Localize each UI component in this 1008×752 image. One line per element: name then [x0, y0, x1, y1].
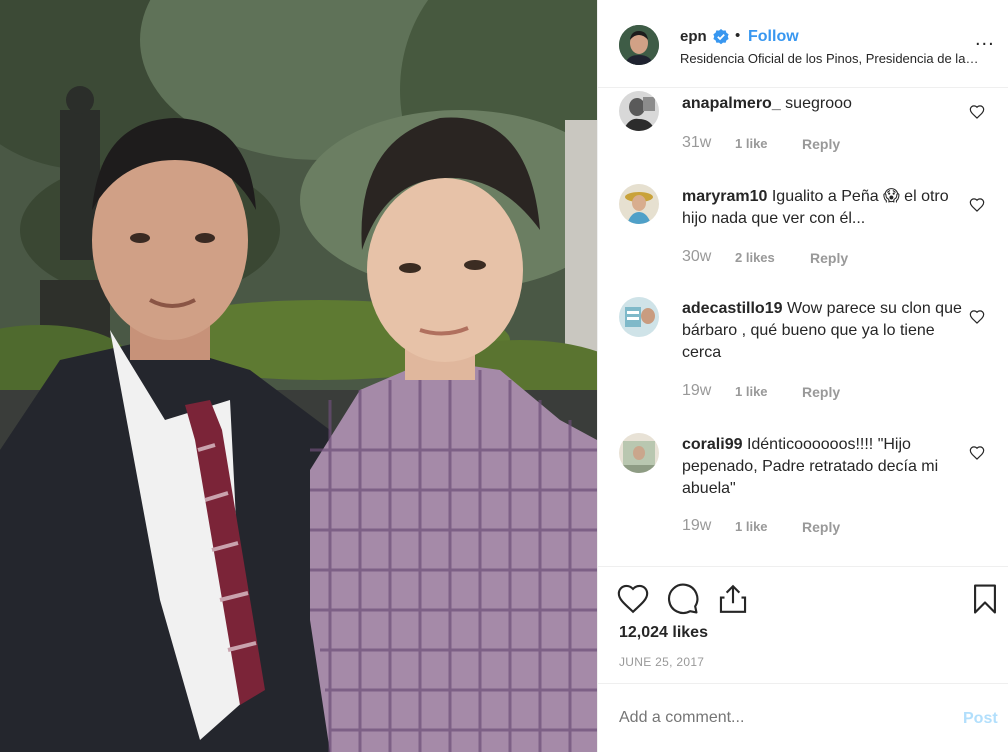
- post-actions: 12,024 likes JUNE 25, 2017: [598, 566, 1008, 682]
- commenter-avatar-image: [619, 184, 659, 224]
- comment-text: anapalmero_ suegrooo: [682, 93, 962, 115]
- comment-likes[interactable]: 1 like: [735, 136, 768, 151]
- post-location[interactable]: Residencia Oficial de los Pinos, Preside…: [680, 51, 980, 66]
- reply-button[interactable]: Reply: [802, 384, 840, 400]
- commenter-avatar-image: [619, 297, 659, 337]
- bookmark-icon[interactable]: [968, 582, 1002, 616]
- comment-age[interactable]: 31w: [682, 134, 711, 151]
- commenter-avatar-image: [619, 433, 659, 473]
- comment-age[interactable]: 19w: [682, 382, 711, 399]
- comment-text: corali99 Idénticoooooos!!!! "Hijo pepena…: [682, 434, 962, 500]
- post-date[interactable]: JUNE 25, 2017: [619, 655, 704, 669]
- heart-icon[interactable]: [616, 582, 650, 616]
- post-header: epn • Follow Residencia Oficial de los P…: [598, 0, 1008, 88]
- comment-likes[interactable]: 2 likes: [735, 250, 775, 265]
- author-avatar-image: [619, 25, 659, 65]
- commenter-avatar[interactable]: [619, 91, 659, 131]
- comment-like-icon[interactable]: [969, 197, 985, 213]
- reply-button[interactable]: Reply: [802, 519, 840, 535]
- commenter-avatar[interactable]: [619, 184, 659, 224]
- reply-button[interactable]: Reply: [802, 136, 840, 152]
- likes-count[interactable]: 12,024 likes: [619, 624, 708, 642]
- comment-meta: 19w 1 like Reply: [682, 382, 840, 400]
- post-photo[interactable]: [0, 0, 597, 752]
- comment-like-icon[interactable]: [969, 309, 985, 325]
- separator-dot: •: [735, 27, 741, 44]
- comment-meta: 30w 2 likes Reply: [682, 248, 848, 266]
- verified-badge-icon: [713, 29, 729, 45]
- comment-likes[interactable]: 1 like: [735, 384, 768, 399]
- reply-button[interactable]: Reply: [810, 250, 848, 266]
- commenter-avatar[interactable]: [619, 433, 659, 473]
- comment-age[interactable]: 19w: [682, 517, 711, 534]
- comments-list[interactable]: anapalmero_ suegrooo 31w 1 like Reply ma…: [598, 88, 1008, 565]
- more-options-icon[interactable]: ...: [975, 29, 995, 49]
- comment-icon[interactable]: [666, 582, 700, 616]
- post-photo-illustration: [0, 0, 597, 752]
- comment-body: suegrooo: [785, 95, 852, 112]
- comment-meta: 19w 1 like Reply: [682, 517, 840, 535]
- commenter-username[interactable]: maryram10: [682, 188, 767, 205]
- comment-like-icon[interactable]: [969, 445, 985, 461]
- commenter-avatar-image: [619, 91, 659, 131]
- author-username[interactable]: epn: [680, 28, 707, 45]
- commenter-username[interactable]: corali99: [682, 436, 742, 453]
- follow-button[interactable]: Follow: [748, 28, 799, 46]
- commenter-username[interactable]: anapalmero_: [682, 95, 781, 112]
- share-icon[interactable]: [716, 582, 750, 616]
- comment-like-icon[interactable]: [969, 104, 985, 120]
- comment-likes[interactable]: 1 like: [735, 519, 768, 534]
- commenter-avatar[interactable]: [619, 297, 659, 337]
- author-avatar[interactable]: [619, 25, 659, 65]
- post-comment-button[interactable]: Post: [963, 710, 998, 728]
- comment-age[interactable]: 30w: [682, 248, 711, 265]
- commenter-username[interactable]: adecastillo19: [682, 300, 783, 317]
- post-side-panel: epn • Follow Residencia Oficial de los P…: [597, 0, 1008, 752]
- comment-text: maryram10 Igualito a Peña 😱 el otro hijo…: [682, 186, 962, 230]
- comment-text: adecastillo19 Wow parece su clon que bár…: [682, 298, 962, 364]
- add-comment-bar: Post: [598, 683, 1008, 752]
- comment-meta: 31w 1 like Reply: [682, 134, 840, 152]
- comment-input[interactable]: [619, 709, 939, 727]
